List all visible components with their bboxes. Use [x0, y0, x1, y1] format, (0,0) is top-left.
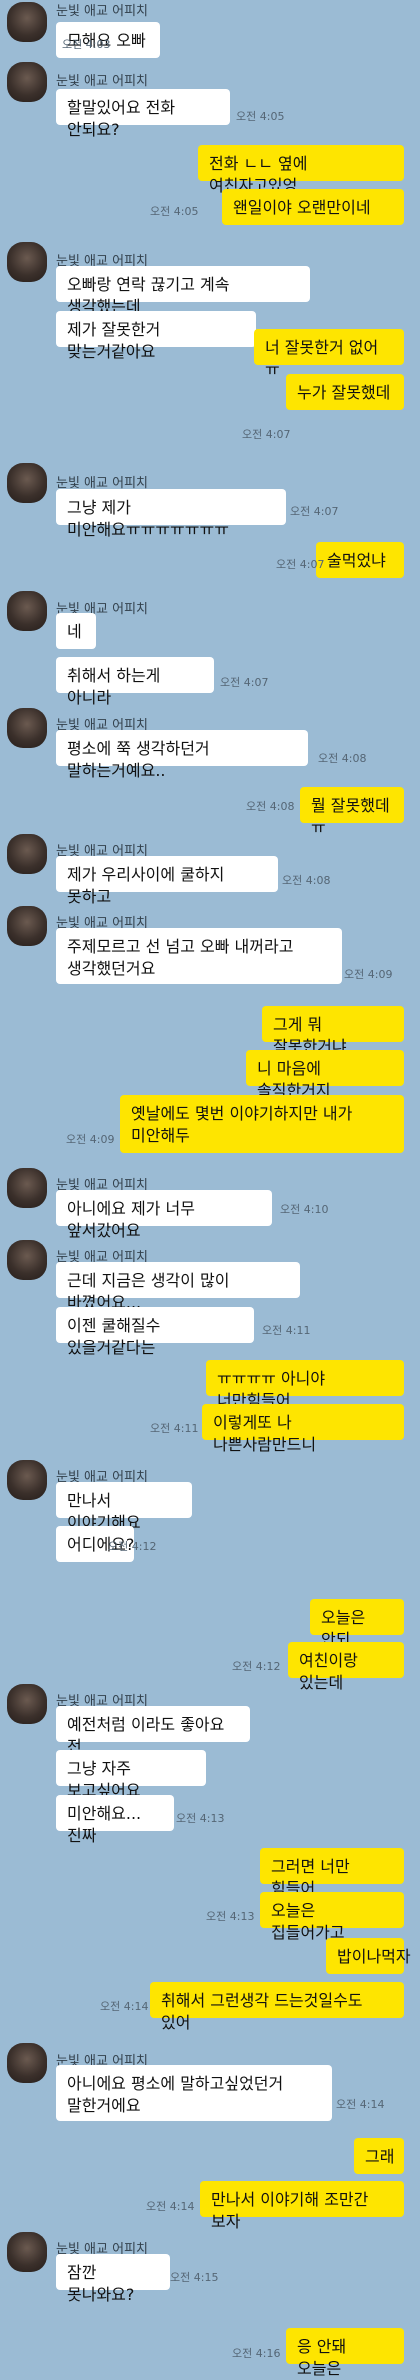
message-timestamp: 오전 4:14 [100, 2000, 149, 2013]
incoming-message-bubble[interactable]: 근데 지금은 생각이 많이 바꼈어요... [56, 1262, 300, 1312]
outgoing-message-bubble[interactable]: 그래 [354, 2138, 404, 2174]
incoming-message-bubble[interactable]: 이젠 쿨해질수 있을거같다는 [56, 1307, 254, 1357]
message-timestamp: 오전 4:08 [282, 874, 331, 887]
incoming-message-bubble[interactable]: 아니에요 제가 너무 앞서갔어요 [56, 1190, 272, 1240]
message-timestamp: 오전 4:09 [344, 968, 393, 981]
incoming-message-bubble[interactable]: 예전처럼 이라도 좋아요 전 [56, 1706, 250, 1756]
message-timestamp: 오전 4:12 [108, 1540, 157, 1553]
outgoing-message-bubble[interactable]: 그러면 너만 힘들어 [260, 1848, 404, 1898]
sender-avatar[interactable] [7, 62, 47, 102]
incoming-message-bubble[interactable]: 평소에 쭉 생각하던거 말하는거예요.. [56, 730, 308, 780]
sender-avatar[interactable] [7, 906, 47, 946]
outgoing-message-bubble[interactable]: 오늘은 집들어가고 [260, 1892, 404, 1942]
sender-avatar[interactable] [7, 591, 47, 631]
outgoing-message-bubble[interactable]: 이렇게또 나 나쁜사람만드니 [202, 1404, 404, 1454]
outgoing-message-bubble[interactable]: 밥이나먹자 [326, 1938, 411, 1974]
sender-avatar[interactable] [7, 708, 47, 748]
message-timestamp: 오전 4:09 [66, 1133, 115, 1146]
message-timestamp: 오전 4:13 [176, 1812, 225, 1825]
sender-avatar[interactable] [7, 834, 47, 874]
message-timestamp: 오전 4:07 [276, 558, 325, 571]
message-timestamp: 오전 4:03 [62, 38, 111, 51]
message-timestamp: 오전 4:15 [170, 2271, 219, 2284]
outgoing-message-bubble[interactable]: 왠일이야 오랜만이네 [222, 189, 404, 225]
incoming-message-bubble[interactable]: 주제모르고 선 넘고 오빠 내꺼라고 생각했던거요 [56, 928, 342, 984]
message-timestamp: 오전 4:10 [280, 1203, 329, 1216]
sender-avatar[interactable] [7, 1240, 47, 1280]
outgoing-message-bubble[interactable]: 술먹었냐 [316, 542, 404, 578]
sender-avatar[interactable] [7, 2, 47, 42]
outgoing-message-bubble[interactable]: 오늘은 안되 [310, 1599, 404, 1649]
incoming-message-bubble[interactable]: 잠깐 못나와요? [56, 2254, 170, 2304]
incoming-message-bubble[interactable]: 오빠랑 연락 끊기고 계속 생각했는데 [56, 266, 310, 316]
outgoing-message-bubble[interactable]: 취해서 그런생각 드는것일수도 있어 [150, 1982, 404, 2032]
message-timestamp: 오전 4:07 [220, 676, 269, 689]
chat-area[interactable]: 눈빛 애교 어피치 눈빛 애교 어피치 눈빛 애교 어피치 눈빛 애교 어피치 눈빛 애… [0, 0, 420, 2378]
outgoing-message-bubble[interactable]: ㅠㅠㅠㅠ 아니야 너만힘들어 [206, 1360, 404, 1410]
message-timestamp: 오전 4:07 [290, 505, 339, 518]
sender-name: 눈빛 애교 어피치 [56, 74, 148, 89]
message-timestamp: 오전 4:08 [246, 800, 295, 813]
message-timestamp: 오전 4:08 [318, 752, 367, 765]
message-timestamp: 오전 4:14 [336, 2098, 385, 2111]
message-timestamp: 오전 4:14 [146, 2200, 195, 2213]
sender-avatar[interactable] [7, 242, 47, 282]
message-timestamp: 오전 4:12 [232, 1660, 281, 1673]
sender-avatar[interactable] [7, 1168, 47, 1208]
message-timestamp: 오전 4:05 [150, 205, 199, 218]
outgoing-message-bubble[interactable]: 만나서 이야기해 조만간 보자 [200, 2181, 404, 2231]
sender-avatar[interactable] [7, 463, 47, 503]
message-timestamp: 오전 4:05 [236, 110, 285, 123]
incoming-message-bubble[interactable]: 취해서 하는게 아니라 [56, 657, 214, 707]
sender-avatar[interactable] [7, 1460, 47, 1500]
incoming-message-bubble[interactable]: 제가 우리사이에 쿨하지 못하고 [56, 856, 278, 906]
outgoing-message-bubble[interactable]: 뭘 잘못했데 ㅠ [300, 787, 404, 837]
message-timestamp: 오전 4:16 [232, 2347, 281, 2360]
message-timestamp: 오전 4:11 [262, 1324, 311, 1337]
message-timestamp: 오전 4:07 [242, 428, 291, 441]
incoming-message-bubble[interactable]: 미안해요...진짜 [56, 1795, 174, 1845]
incoming-message-bubble[interactable]: 아니에요 평소에 말하고싶었던거 말한거에요 [56, 2065, 332, 2121]
sender-name: 눈빛 애교 어피치 [56, 4, 148, 19]
sender-avatar[interactable] [7, 1684, 47, 1724]
outgoing-message-bubble[interactable]: 응 안돼 오늘은 [286, 2328, 404, 2378]
outgoing-message-bubble[interactable]: 여친이랑 있는데 [288, 1642, 404, 1692]
sender-avatar[interactable] [7, 2043, 47, 2083]
message-timestamp: 오전 4:11 [150, 1422, 199, 1435]
outgoing-message-bubble[interactable]: 그게 뭐 잘못한거냐 [262, 1006, 404, 1056]
sender-avatar[interactable] [7, 2232, 47, 2272]
outgoing-message-bubble[interactable]: 누가 잘못했데 [286, 374, 404, 410]
incoming-message-bubble[interactable]: 그냥 자주 보고싶어요 [56, 1750, 206, 1800]
incoming-message-bubble[interactable]: 네 [56, 613, 96, 649]
incoming-message-bubble[interactable]: 그냥 제가 미안해요ㅠㅠㅠㅠㅠㅠㅠ [56, 489, 286, 539]
incoming-message-bubble[interactable]: 할말있어요 전화 안되요? [56, 89, 230, 139]
incoming-message-bubble[interactable]: 제가 잘못한거 맞는거같아요 [56, 311, 256, 361]
outgoing-message-bubble[interactable]: 니 마음에 솔직한거지 [246, 1050, 404, 1100]
outgoing-message-bubble[interactable]: 너 잘못한거 없어 ㅠ [254, 329, 404, 379]
outgoing-message-bubble[interactable]: 옛날에도 몇번 이야기하지만 내가 미안해두 [120, 1095, 404, 1153]
message-timestamp: 오전 4:13 [206, 1910, 255, 1923]
incoming-message-bubble[interactable]: 만나서 이야기해요 [56, 1482, 192, 1532]
outgoing-message-bubble[interactable]: 전화 ㄴㄴ 옆에 여친자고있엉 [198, 145, 404, 195]
